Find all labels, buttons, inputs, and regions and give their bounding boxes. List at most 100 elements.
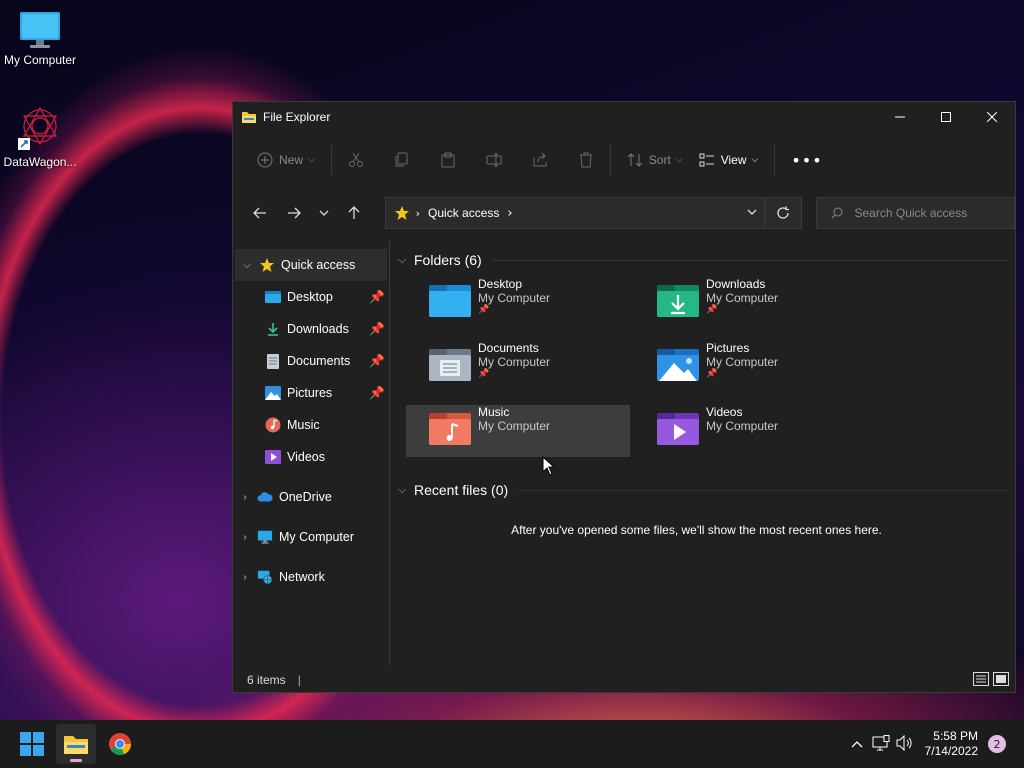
folders-section-header[interactable]: ⌵ Folders (6): [398, 249, 1015, 271]
folder-name: Music: [478, 405, 510, 419]
sidebar-item-pictures[interactable]: Pictures 📌: [233, 377, 389, 409]
clock-date: 7/14/2022: [924, 744, 978, 758]
folder-tile-downloads[interactable]: Downloads My Computer 📌: [634, 277, 858, 329]
show-hidden-icons-button[interactable]: [845, 737, 869, 751]
clock-time: 5:58 PM: [933, 729, 978, 743]
navigation-pane[interactable]: ⌵ Quick access Desktop 📌 Downloads 📌 Doc…: [233, 241, 390, 666]
recent-section-header[interactable]: ⌵ Recent files (0): [398, 479, 1015, 501]
folder-tile-desktop[interactable]: Desktop My Computer 📌: [406, 277, 630, 329]
recent-locations-button[interactable]: [311, 197, 337, 229]
chevron-down-icon[interactable]: ⌵: [235, 260, 259, 271]
pin-icon[interactable]: 📌: [369, 290, 385, 305]
desktop-icon-label: DataWagon...: [3, 155, 77, 169]
taskbar-file-explorer[interactable]: [56, 724, 96, 764]
pin-icon: 📌: [706, 305, 718, 315]
sidebar-item-label: Downloads: [287, 322, 349, 336]
sidebar-item-music[interactable]: Music: [233, 409, 389, 441]
taskbar-chrome[interactable]: [100, 724, 140, 764]
arrow-right-icon: [287, 207, 301, 219]
back-button[interactable]: [243, 197, 277, 229]
arrow-left-icon: [253, 207, 266, 219]
volume-button[interactable]: [893, 734, 917, 754]
chevron-down-icon: ⌵: [675, 155, 683, 165]
speaker-icon: [896, 734, 912, 751]
network-monitor-icon: [872, 734, 890, 750]
view-button[interactable]: View ⌵: [691, 144, 767, 176]
search-placeholder: Search Quick access: [854, 206, 968, 220]
status-divider: |: [297, 673, 301, 687]
chevron-down-icon: ⌵: [308, 155, 315, 165]
cut-button[interactable]: [340, 144, 372, 176]
breadcrumb-quick-access[interactable]: Quick access: [428, 206, 499, 220]
sidebar-item-quick-access[interactable]: ⌵ Quick access: [235, 249, 387, 281]
share-button[interactable]: [524, 144, 556, 176]
copy-button[interactable]: [386, 144, 418, 176]
network-status-button[interactable]: [869, 734, 893, 754]
sidebar-item-desktop[interactable]: Desktop 📌: [233, 281, 389, 313]
folder-tile-pictures[interactable]: Pictures My Computer 📌: [634, 341, 858, 393]
chrome-icon: [109, 733, 132, 756]
explorer-body: ⌵ Quick access Desktop 📌 Downloads 📌 Doc…: [233, 241, 1015, 666]
folder-app-icon: [242, 112, 256, 123]
document-icon: [265, 353, 281, 369]
pin-icon[interactable]: 📌: [369, 354, 385, 369]
sidebar-item-network[interactable]: › Network: [233, 561, 389, 593]
search-icon: [831, 207, 842, 219]
tiles-view-button[interactable]: [993, 671, 1009, 689]
rename-button[interactable]: [478, 144, 510, 176]
new-label: New: [279, 153, 304, 167]
folder-tile-music[interactable]: Music My Computer: [406, 405, 630, 457]
desktop-icon-datawagon[interactable]: DataWagon...: [0, 104, 80, 169]
start-button[interactable]: [12, 724, 52, 764]
more-dots-icon: •••: [791, 150, 823, 170]
folder-name: Documents: [478, 341, 539, 355]
details-view-button[interactable]: [973, 671, 989, 689]
minimize-icon: [895, 116, 905, 118]
pin-icon: 📌: [706, 369, 718, 379]
view-label: View: [720, 153, 747, 167]
folder-tile-documents[interactable]: Documents My Computer 📌: [406, 341, 630, 393]
sort-button[interactable]: Sort ⌵: [619, 144, 691, 176]
chevron-down-icon[interactable]: ⌵: [398, 254, 410, 267]
address-dropdown-button[interactable]: [740, 206, 764, 220]
sidebar-item-label: Desktop: [287, 290, 333, 304]
sidebar-item-onedrive[interactable]: › OneDrive: [233, 481, 389, 513]
content-pane: ⌵ Folders (6) Desktop My Computer 📌 Down…: [390, 241, 1015, 666]
music-folder-icon: [429, 413, 471, 445]
minimize-button[interactable]: [877, 102, 923, 132]
pin-icon[interactable]: 📌: [369, 322, 385, 337]
chevron-right-icon[interactable]: ›: [233, 492, 257, 503]
title-bar[interactable]: File Explorer: [233, 102, 1015, 132]
chevron-right-icon[interactable]: ›: [233, 572, 257, 583]
refresh-button[interactable]: [763, 198, 801, 228]
chevron-right-icon[interactable]: ›: [507, 206, 512, 221]
new-button[interactable]: New ⌵: [249, 144, 323, 176]
sidebar-item-videos[interactable]: Videos: [233, 441, 389, 473]
chevron-right-icon[interactable]: ›: [233, 532, 257, 543]
sort-label: Sort: [648, 153, 671, 167]
maximize-icon: [941, 112, 951, 122]
address-bar[interactable]: › Quick access ›: [384, 197, 802, 229]
plus-circle-icon: [257, 152, 273, 168]
chevron-right-icon: ›: [415, 206, 421, 220]
desktop-icon-my-computer[interactable]: My Computer: [0, 10, 80, 67]
close-button[interactable]: [969, 102, 1015, 132]
maximize-button[interactable]: [923, 102, 969, 132]
sidebar-item-documents[interactable]: Documents 📌: [233, 345, 389, 377]
up-button[interactable]: [337, 197, 371, 229]
recent-section-title: Recent files (0): [414, 482, 509, 498]
paste-button[interactable]: [432, 144, 464, 176]
search-box[interactable]: Search Quick access: [815, 197, 1015, 229]
notification-badge[interactable]: 2: [988, 735, 1006, 753]
pin-icon[interactable]: 📌: [369, 386, 385, 401]
chevron-down-icon[interactable]: ⌵: [398, 484, 410, 497]
sidebar-item-my-computer[interactable]: › My Computer: [233, 521, 389, 553]
folder-tile-videos[interactable]: Videos My Computer: [634, 405, 858, 457]
datawagon-shortcut-icon: [18, 106, 58, 150]
sidebar-item-downloads[interactable]: Downloads 📌: [233, 313, 389, 345]
forward-button[interactable]: [277, 197, 311, 229]
clock[interactable]: 5:58 PM 7/14/2022: [925, 729, 978, 759]
pictures-folder-icon: [657, 349, 699, 381]
delete-button[interactable]: [570, 144, 602, 176]
more-options-button[interactable]: •••: [783, 144, 830, 176]
